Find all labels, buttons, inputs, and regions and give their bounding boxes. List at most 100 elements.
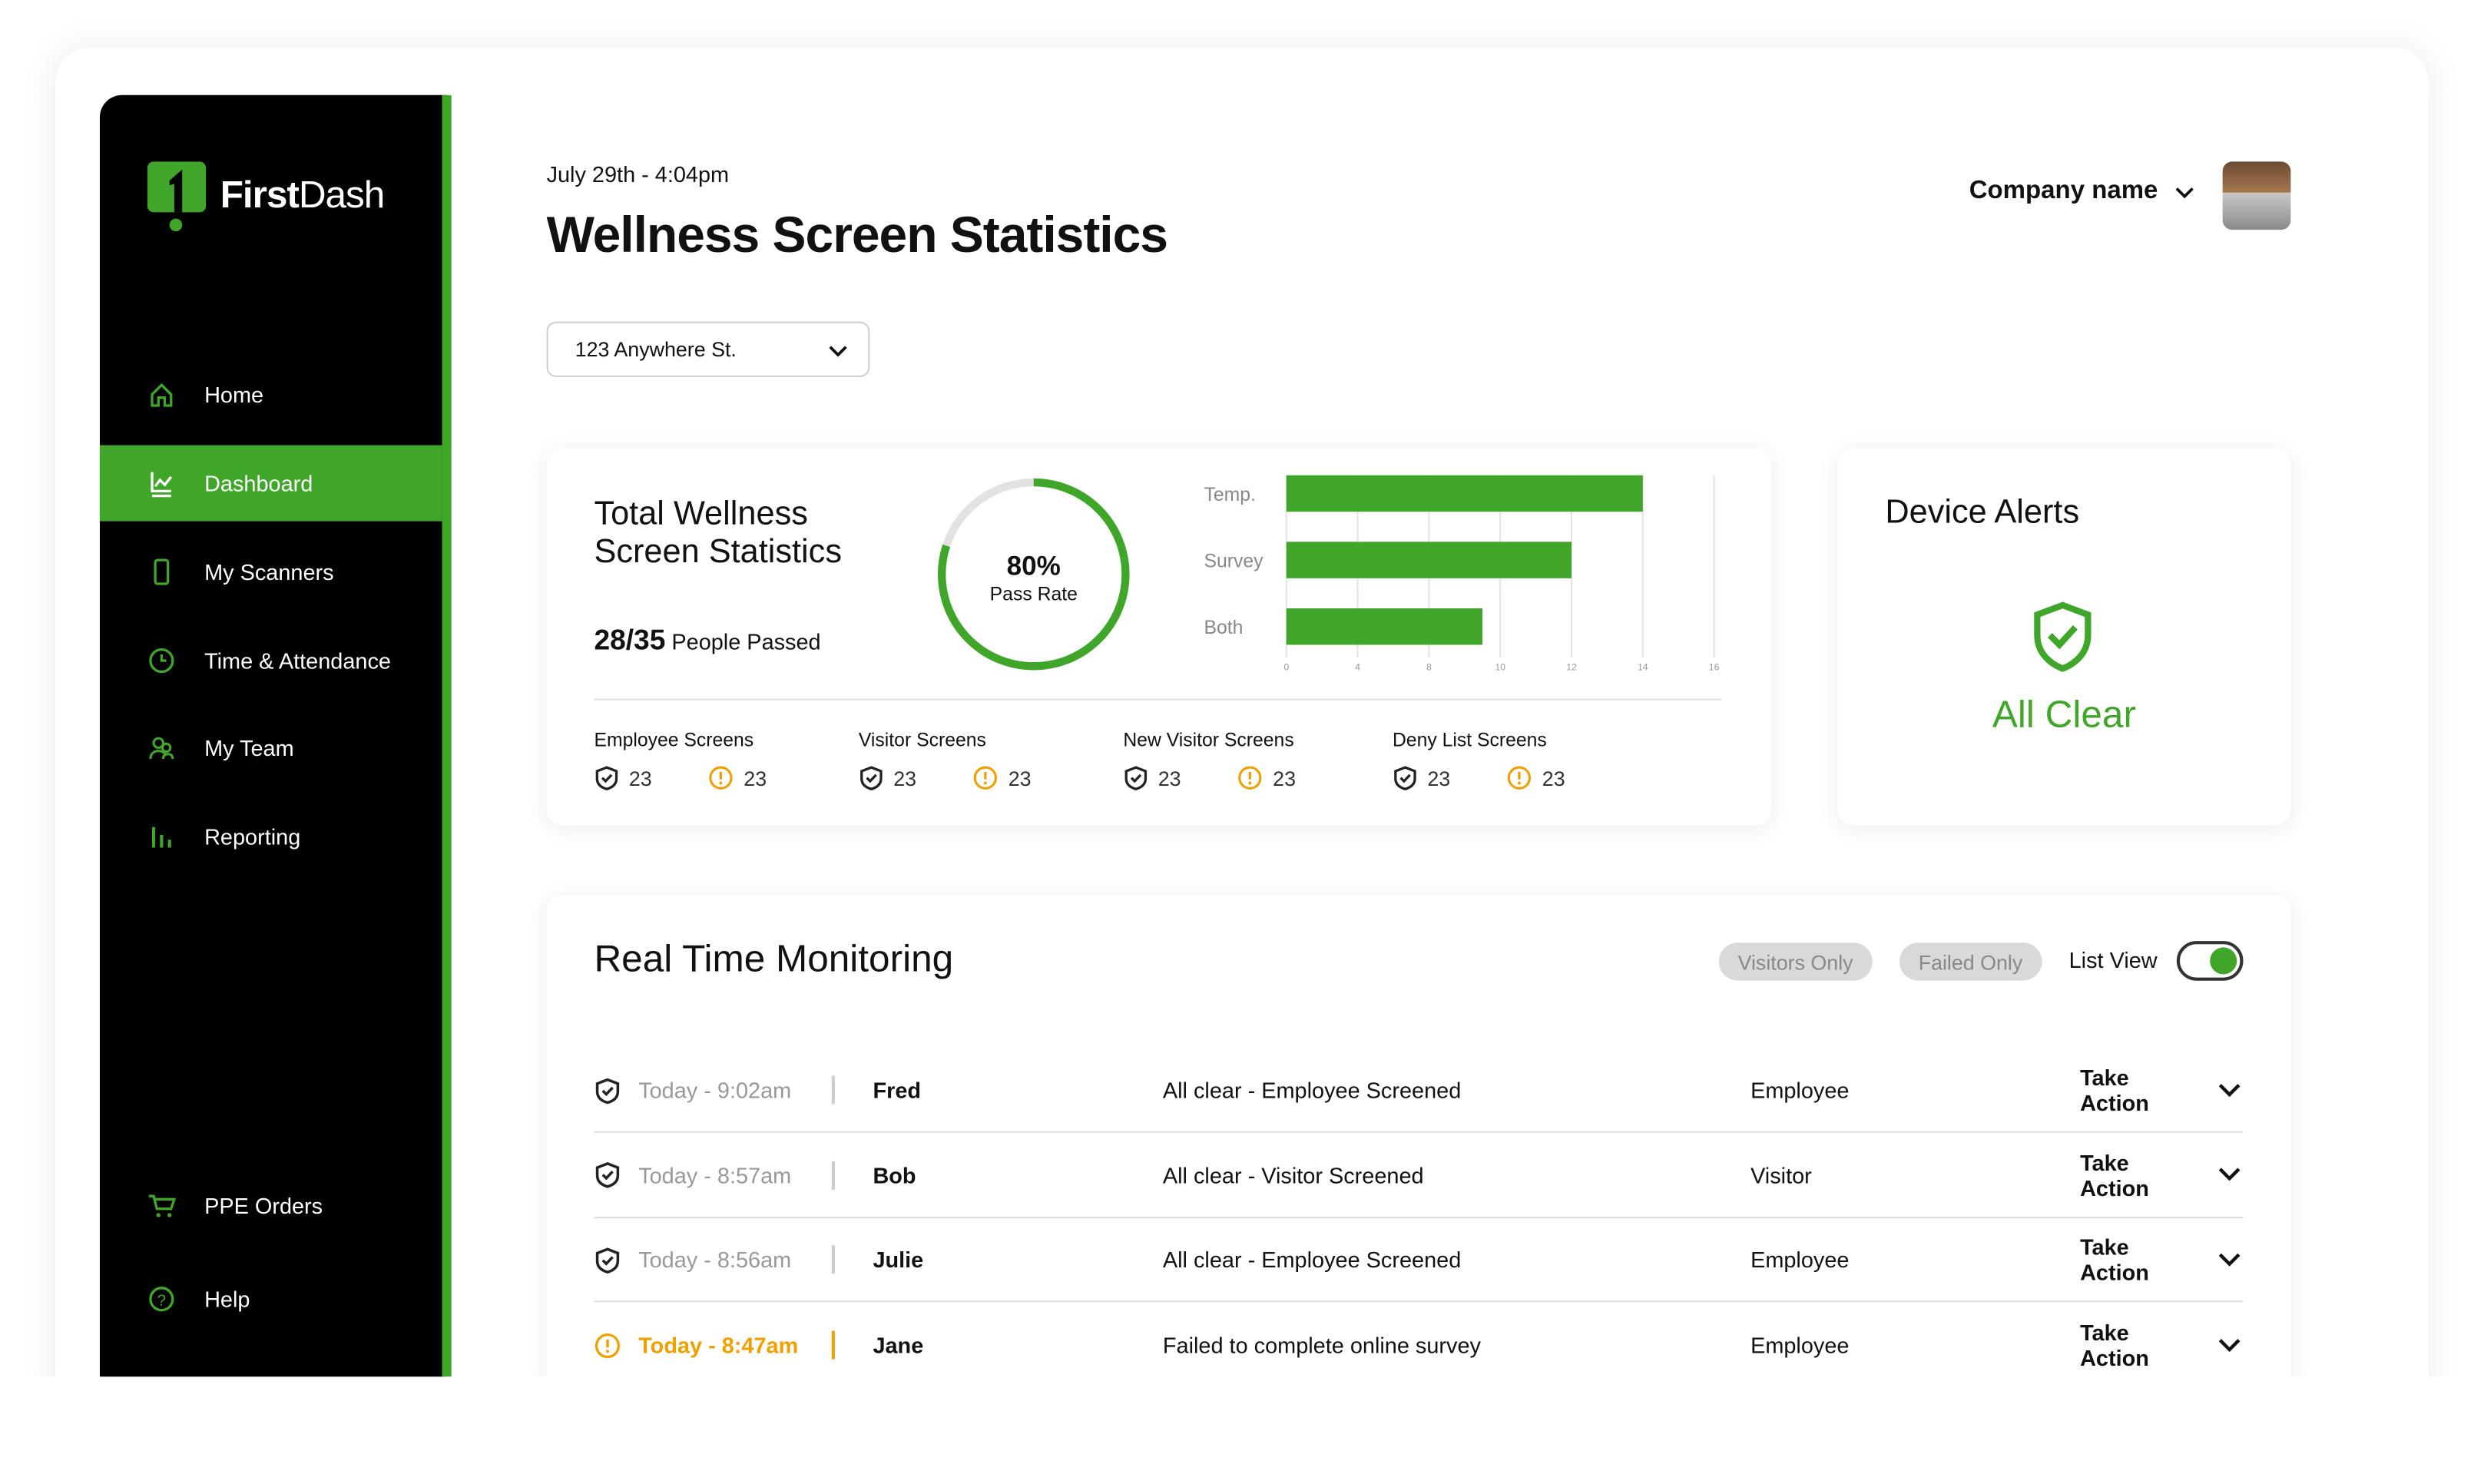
shield-check-icon: [595, 766, 618, 790]
sidebar-item-label: My Scanners: [204, 559, 334, 585]
screen-stat-label: Employee Screens: [594, 728, 754, 751]
page-title: Wellness Screen Statistics: [546, 206, 1168, 263]
sidebar-item-dashboard[interactable]: Dashboard: [99, 445, 442, 522]
monitoring-title: Real Time Monitoring: [594, 938, 954, 981]
bar-chart-icon: [152, 826, 171, 848]
alerts-status: All Clear: [1992, 694, 2136, 737]
row-type: Visitor: [1750, 1161, 1812, 1188]
monitoring-row[interactable]: Today - 8:56am Julie All clear - Employe…: [594, 1218, 2244, 1303]
x-tick-label: 14: [1638, 661, 1648, 672]
take-action-button[interactable]: Take Action: [2080, 1320, 2243, 1370]
take-action-button[interactable]: Take Action: [2080, 1149, 2243, 1200]
clock-icon: [149, 648, 174, 674]
monitoring-row[interactable]: Today - 8:57am Bob All clear - Visitor S…: [594, 1134, 2244, 1218]
sidebar-item-label: Reporting: [204, 823, 301, 850]
sidebar-item-label: Time & Attendance: [204, 648, 391, 674]
sidebar-item-label: PPE Orders: [204, 1193, 323, 1219]
chevron-down-icon: [2219, 1338, 2241, 1352]
avatar[interactable]: [2222, 161, 2291, 230]
chevron-down-icon: [829, 345, 847, 356]
warning-icon: [1508, 766, 1532, 790]
row-type: Employee: [1750, 1332, 1850, 1358]
screen-stat: Employee Screens 23 23: [594, 729, 767, 790]
sidebar-item-label: Help: [204, 1286, 250, 1312]
shield-check-icon: [1124, 766, 1148, 790]
phone-icon: [154, 558, 170, 585]
row-name: Jane: [873, 1332, 924, 1358]
current-datetime: July 29th - 4:04pm: [546, 161, 730, 187]
shield-check-icon: [2034, 601, 2092, 672]
monitoring-row[interactable]: Today - 8:47am Jane Failed to complete o…: [594, 1303, 2243, 1386]
team-icon: [149, 737, 174, 760]
row-name: Fred: [873, 1077, 922, 1103]
x-tick-label: 4: [1355, 661, 1360, 672]
sidebar-item-help[interactable]: ? Help: [100, 1261, 442, 1337]
screen-stat: Deny List Screens 23 23: [1393, 729, 1565, 790]
x-tick-label: 12: [1566, 661, 1577, 672]
row-message: All clear - Employee Screened: [1162, 1077, 1462, 1103]
passed-count: 23: [628, 766, 652, 790]
screen-type-bar-chart: 0 4 8 10 12 14 16 Temp. Survey Both: [1204, 475, 1720, 672]
row-divider: [831, 1330, 835, 1360]
device-alerts-card: Device Alerts All Clear: [1837, 448, 2291, 826]
warning-icon: [974, 766, 998, 790]
list-view-toggle[interactable]: [2176, 941, 2244, 981]
sidebar-item-my-team[interactable]: My Team: [100, 710, 442, 786]
sidebar-item-reporting[interactable]: Reporting: [100, 799, 442, 875]
row-name: Julie: [873, 1247, 924, 1273]
sidebar-item-label: Dashboard: [204, 470, 313, 496]
screen-stat: Visitor Screens 23 23: [859, 729, 1032, 790]
svg-text:?: ?: [157, 1292, 166, 1310]
list-view-label: List View: [2068, 947, 2158, 973]
category-label: Survey: [1204, 551, 1264, 571]
category-label: Both: [1204, 618, 1244, 638]
row-name: Bob: [873, 1161, 916, 1188]
pass-rate-value: 80%: [1006, 551, 1061, 581]
shield-check-icon: [595, 1162, 620, 1188]
filter-visitors-only[interactable]: Visitors Only: [1718, 942, 1873, 981]
bar-temp: [1286, 475, 1643, 512]
row-type: Employee: [1750, 1077, 1850, 1103]
row-time: Today - 8:56am: [638, 1247, 792, 1273]
sidebar-item-label: My Team: [204, 735, 294, 760]
pass-rate-text: 80% Pass Rate: [935, 552, 1133, 605]
sidebar-item-home[interactable]: Home: [100, 356, 442, 432]
company-select[interactable]: Company name: [1969, 177, 2196, 206]
row-time: Today - 8:57am: [638, 1161, 792, 1188]
x-tick-label: 0: [1283, 661, 1289, 672]
row-time: Today - 8:47am: [638, 1332, 799, 1358]
take-action-button[interactable]: Take Action: [2080, 1065, 2243, 1115]
x-tick-label: 8: [1426, 661, 1432, 672]
logo-text-bold: First: [220, 174, 300, 217]
shield-check-icon: [595, 1077, 620, 1104]
alert-count: 23: [1008, 766, 1032, 790]
screen-stat-label: New Visitor Screens: [1123, 728, 1294, 751]
sidebar-item-time-attendance[interactable]: Time & Attendance: [100, 623, 442, 699]
monitoring-row[interactable]: Today - 9:02am Fred All clear - Employee…: [594, 1048, 2244, 1133]
device-alerts-title: Device Alerts: [1885, 494, 2080, 531]
sidebar: FirstDash Home Dashboard My Scanners Time &…: [99, 94, 452, 1377]
help-icon: ?: [149, 1287, 174, 1312]
x-tick-label: 10: [1495, 661, 1505, 672]
location-select[interactable]: 123 Anywhere St.: [546, 321, 870, 377]
take-action-button[interactable]: Take Action: [2080, 1234, 2243, 1285]
alert-count: 23: [744, 766, 767, 790]
passed-count: 23: [1158, 766, 1181, 790]
row-message: Failed to complete online survey: [1162, 1332, 1481, 1358]
alert-count: 23: [1273, 766, 1296, 790]
row-message: All clear - Visitor Screened: [1162, 1161, 1424, 1188]
bottom-mask: [0, 1376, 2484, 1484]
shield-check-icon: [1394, 766, 1416, 790]
warning-icon: [1239, 766, 1263, 790]
chart-line-icon: [151, 472, 173, 498]
sidebar-item-ppe-orders[interactable]: PPE Orders: [100, 1168, 442, 1244]
warning-icon: [595, 1332, 621, 1358]
sidebar-item-my-scanners[interactable]: My Scanners: [100, 534, 442, 610]
passed-count: 23: [1427, 766, 1451, 790]
row-time: Today - 9:02am: [638, 1077, 792, 1103]
passed-count: 23: [893, 766, 917, 790]
stats-title: Total Wellness Screen Statistics: [594, 495, 843, 571]
filter-failed-only[interactable]: Failed Only: [1899, 942, 2042, 981]
wellness-stats-card: Total Wellness Screen Statistics 28/35 Pe…: [546, 448, 1771, 826]
cart-icon: [148, 1194, 176, 1217]
